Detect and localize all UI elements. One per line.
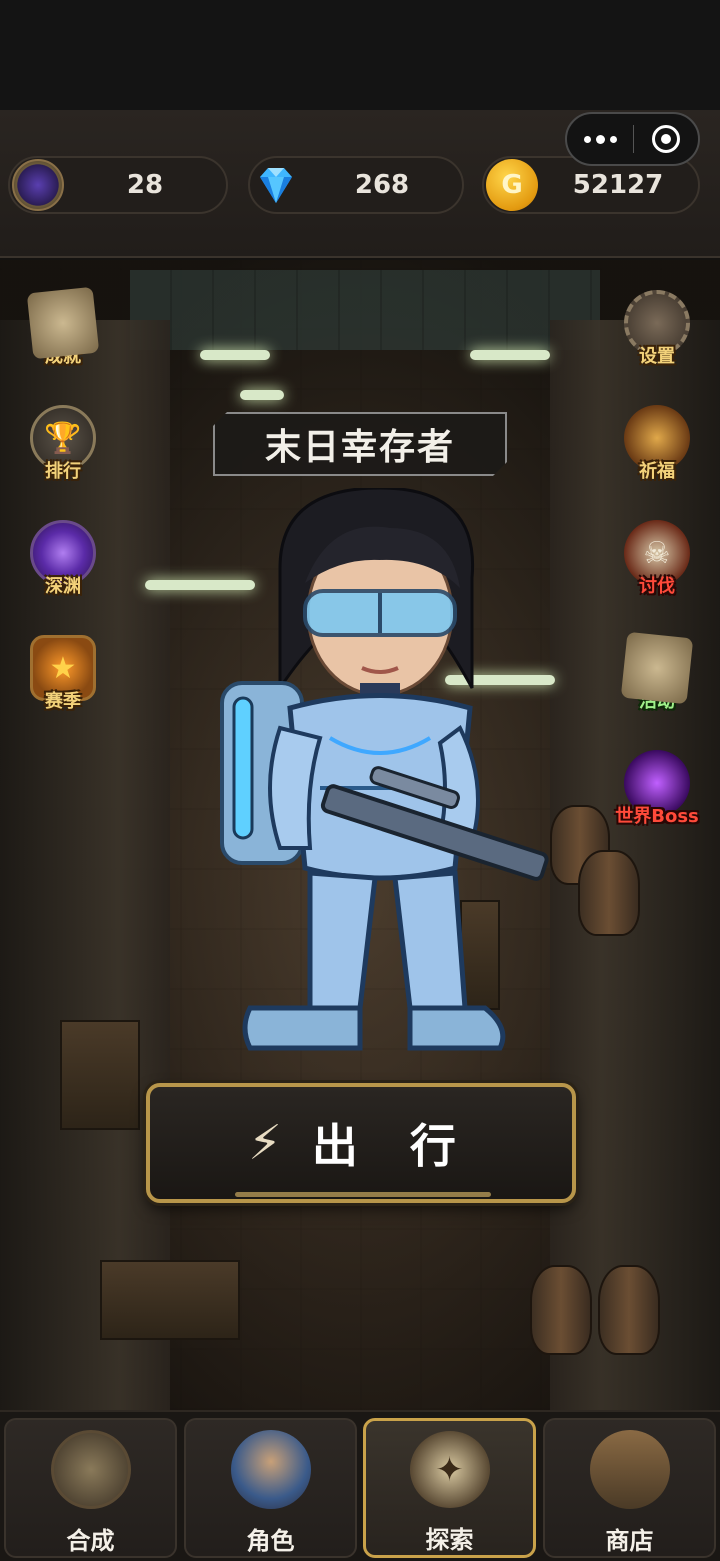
lightning-icon: ⚡ (248, 1115, 282, 1171)
season-label: 赛季 (45, 691, 81, 712)
depart-label: 出 行 (311, 1119, 474, 1173)
ceiling-lamp (470, 350, 550, 360)
ceiling-grate (130, 270, 600, 350)
soul-resource-pill[interactable]: 28 (8, 156, 228, 214)
abyss-label: 深渊 (45, 576, 81, 597)
ranking-button[interactable]: 🏆 排行 (18, 405, 108, 505)
character-title: 末日幸存者 (213, 412, 507, 476)
events-button[interactable]: 活动 (612, 631, 702, 735)
character-icon (230, 1430, 311, 1509)
achievements-button[interactable]: 成就 (18, 286, 108, 390)
crate (100, 1260, 240, 1340)
close-button[interactable] (634, 125, 698, 153)
more-dots-icon[interactable] (567, 114, 633, 164)
mini-program-capsule (565, 112, 700, 166)
season-button[interactable]: ★ 赛季 (18, 635, 108, 735)
pray-label: 祈福 (639, 461, 675, 482)
settings-label: 设置 (639, 346, 675, 367)
status-bar-area (0, 0, 720, 110)
crafting-icon (50, 1430, 131, 1509)
shop-icon (589, 1430, 670, 1509)
crate (60, 1020, 140, 1130)
barrel (530, 1265, 592, 1355)
depart-button[interactable]: ⚡ 出 行 (146, 1083, 576, 1203)
barrel (578, 850, 640, 936)
survivor-character-illustration[interactable] (210, 488, 560, 1058)
soul-orb-icon (12, 159, 64, 211)
ranking-label: 排行 (45, 461, 81, 482)
crusade-button[interactable]: ☠ 讨伐 (612, 520, 702, 620)
pray-button[interactable]: 祈福 (612, 405, 702, 505)
nav-tab-label: 商店 (605, 1527, 654, 1555)
compass-icon: ✦ (409, 1431, 490, 1508)
gem-resource-pill[interactable]: 268 (248, 156, 464, 214)
crusade-label: 讨伐 (639, 576, 675, 597)
scroll-icon (620, 631, 694, 705)
nav-tab-character[interactable]: 角色 (184, 1418, 357, 1558)
gold-count: 52127 (572, 170, 664, 200)
world-boss-button[interactable]: 世界Boss (592, 750, 720, 850)
ceiling-lamp (200, 350, 270, 360)
depart-underline (235, 1192, 491, 1197)
nav-tab-explore[interactable]: ✦ 探索 (363, 1418, 536, 1558)
nav-tab-crafting[interactable]: 合成 (4, 1418, 177, 1558)
bottom-navigation: 合成 角色 ✦ 探索 商店 (0, 1410, 720, 1561)
nav-tab-shop[interactable]: 商店 (543, 1418, 716, 1558)
soul-count: 28 (126, 170, 164, 200)
world-boss-label: 世界Boss (615, 806, 699, 827)
target-close-icon (652, 125, 680, 153)
barrel (598, 1265, 660, 1355)
diamond-icon (260, 168, 292, 203)
scroll-icon (26, 286, 100, 360)
settings-button[interactable]: 设置 (612, 290, 702, 390)
gold-coin-icon: G (486, 159, 538, 211)
gem-count: 268 (354, 170, 410, 200)
nav-tab-label: 合成 (66, 1527, 115, 1555)
nav-tab-label: 角色 (246, 1527, 295, 1555)
abyss-button[interactable]: 深渊 (18, 520, 108, 620)
ceiling-lamp (240, 390, 284, 400)
nav-tab-label: 探索 (425, 1526, 474, 1554)
